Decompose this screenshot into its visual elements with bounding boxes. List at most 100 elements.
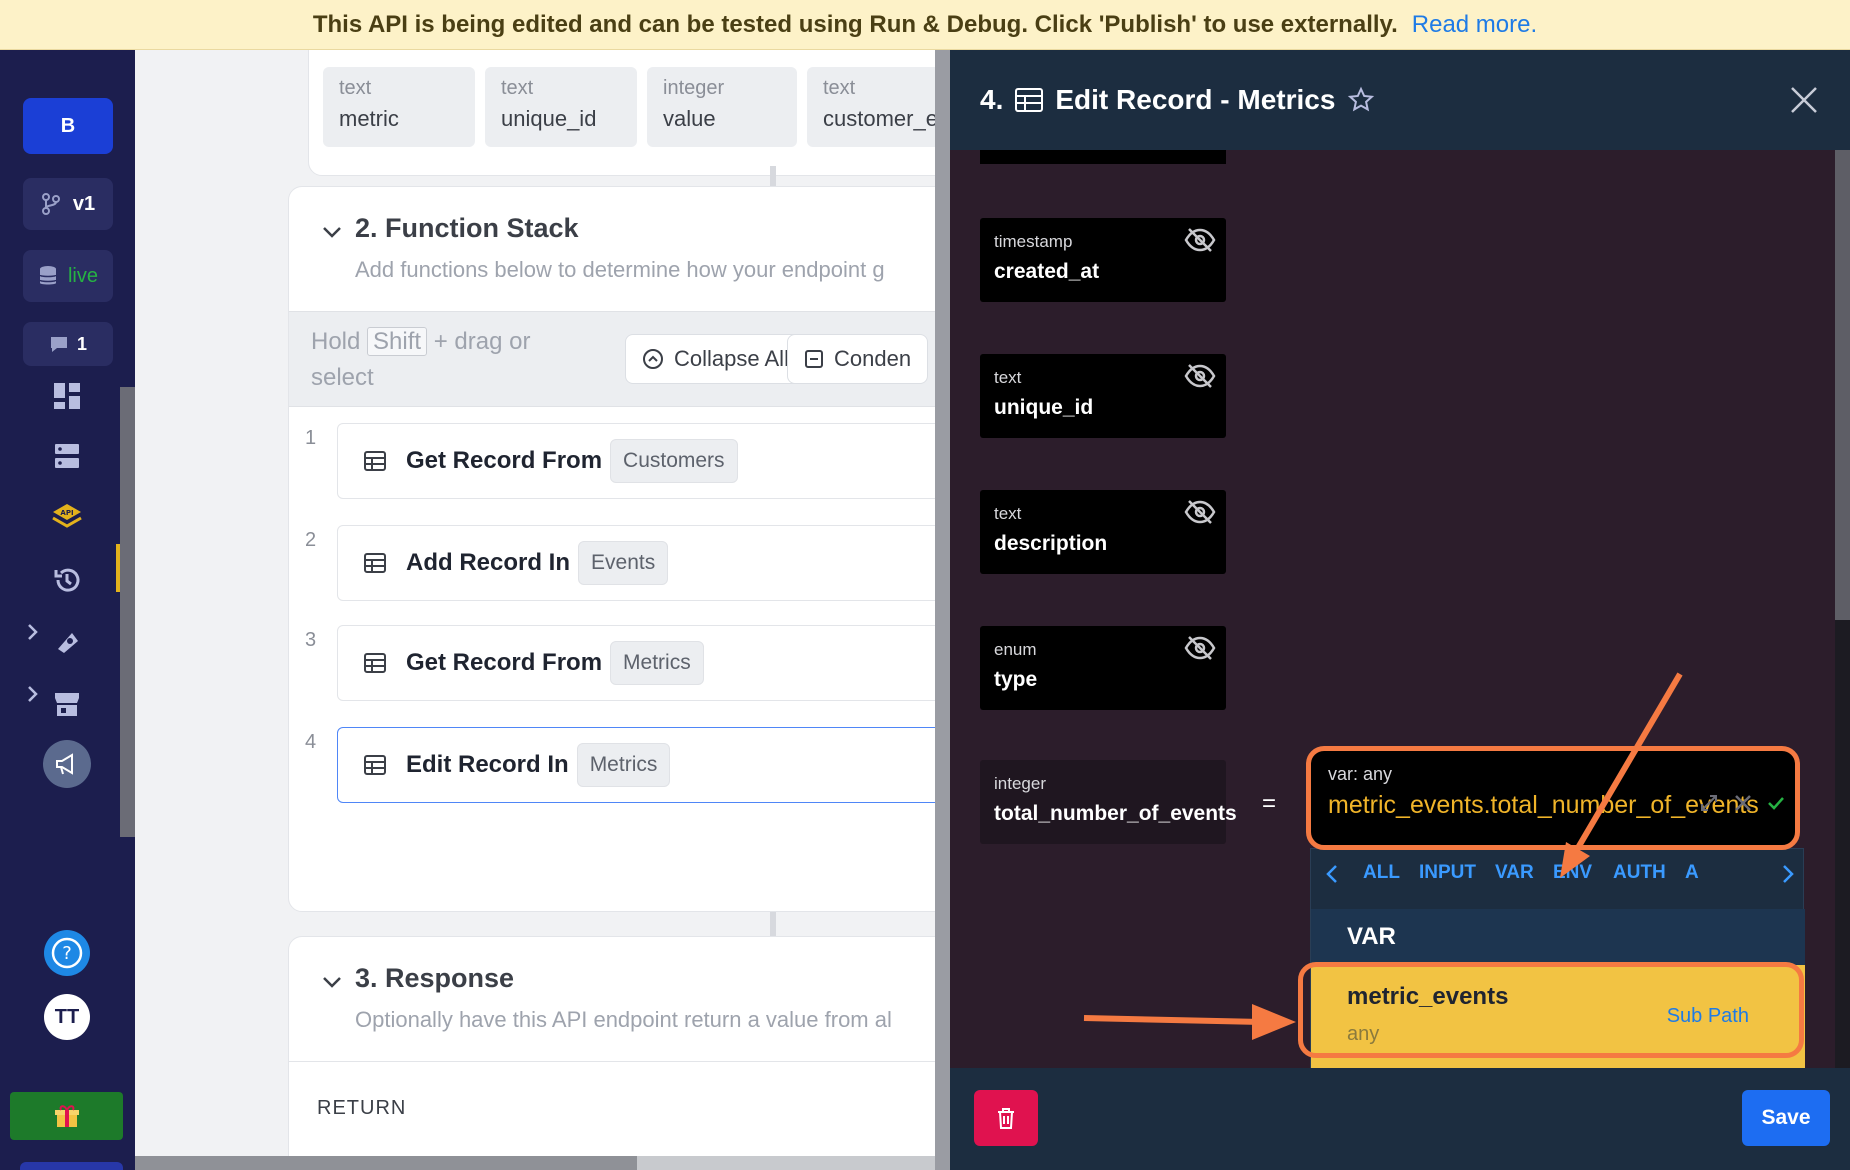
tab-env[interactable]: ENV [1553, 862, 1592, 884]
branch-label: v1 [72, 192, 96, 215]
scroll-thumb[interactable] [135, 1156, 637, 1170]
step-table-tag: Events [578, 541, 669, 585]
step-add-record-events[interactable]: Add Record In Events [337, 525, 935, 601]
function-stack-subtitle: Add functions below to determine how you… [355, 257, 885, 282]
field-type: timestamp [994, 232, 1073, 251]
eye-off-icon[interactable] [1184, 226, 1216, 254]
collapse-icon [643, 349, 663, 369]
shift-key: Shift [367, 327, 428, 356]
database-icon [39, 266, 57, 285]
step-table-tag: Metrics [576, 743, 671, 787]
collapse-all-label: Collapse All [674, 346, 789, 371]
input-name: value [663, 106, 716, 131]
function-stack-card: 2. Function Stack Add functions below to… [288, 186, 935, 912]
database-icon[interactable] [45, 434, 89, 478]
step-label: Get Record From [406, 649, 603, 676]
tab-more[interactable]: A [1685, 862, 1701, 884]
chevron-right-icon[interactable] [1781, 863, 1795, 885]
svg-text:?: ? [62, 943, 72, 964]
field-type: integer [994, 774, 1046, 793]
user-avatar[interactable]: TT [44, 994, 90, 1040]
return-label: RETURN [317, 1097, 407, 1119]
tab-var[interactable]: VAR [1495, 862, 1534, 884]
table-icon [364, 553, 386, 573]
svg-text:API: API [60, 509, 73, 517]
middle-scrollbar[interactable] [935, 50, 950, 1170]
eye-off-icon[interactable] [1184, 362, 1216, 390]
marketplace-icon[interactable] [45, 682, 89, 726]
edit-mode-banner: This API is being edited and can be test… [0, 0, 1850, 50]
close-icon[interactable] [1786, 82, 1822, 118]
messages-button[interactable]: 1 [23, 322, 113, 366]
datasource-button[interactable]: live [23, 250, 113, 302]
dashboard-icon[interactable] [45, 374, 89, 418]
gift-icon[interactable] [10, 1092, 123, 1140]
step-edit-record-metrics[interactable]: Edit Record In Metrics [337, 727, 935, 803]
delete-button[interactable] [974, 1090, 1038, 1146]
condense-button[interactable]: Conden [787, 334, 929, 384]
tab-auth[interactable]: AUTH [1613, 862, 1666, 884]
read-more-link[interactable]: Read more. [1412, 11, 1537, 39]
chevron-down-icon[interactable] [321, 971, 343, 993]
function-editor: text metric text unique_id integer value… [135, 50, 935, 1170]
step-label: Get Record From [406, 447, 603, 474]
field-type: text [994, 504, 1022, 523]
api-icon[interactable]: API [45, 496, 89, 540]
table-icon [364, 451, 386, 471]
drag-hint: Hold Shift + drag or select [311, 327, 531, 391]
step-number: 4 [305, 731, 317, 753]
eye-off-icon[interactable] [1184, 634, 1216, 662]
star-icon[interactable] [1347, 86, 1375, 114]
field-card [980, 150, 1226, 164]
scroll-thumb[interactable] [1835, 150, 1850, 620]
eye-off-icon[interactable] [1184, 498, 1216, 526]
field-name: total_number_of_events [994, 802, 1237, 825]
trash-icon [998, 1108, 1014, 1129]
input-name: metric [339, 106, 399, 131]
field-unique-id[interactable]: text unique_id [980, 354, 1226, 438]
function-stack-toolbar: Hold Shift + drag or select Collapse All… [289, 311, 935, 407]
branch-button[interactable]: v1 [23, 178, 113, 230]
expand-icon[interactable] [20, 1162, 123, 1170]
chevron-right-icon[interactable] [24, 620, 40, 644]
field-total-number-of-events[interactable]: integer total_number_of_events [980, 760, 1237, 844]
messages-count: 1 [76, 333, 87, 354]
input-name: customer_e [823, 106, 935, 131]
input-chip[interactable]: integer value [647, 67, 797, 147]
input-type: text [339, 77, 372, 99]
field-name: created_at [994, 260, 1100, 283]
input-chip[interactable]: text customer_e [807, 67, 935, 147]
input-chip[interactable]: text metric [323, 67, 475, 147]
panel-scrollbar[interactable] [1835, 150, 1850, 1068]
history-icon[interactable] [45, 558, 89, 602]
field-type[interactable]: enum type [980, 626, 1226, 710]
condense-label: Conden [834, 346, 912, 371]
response-subtitle: Optionally have this API endpoint return… [355, 1007, 892, 1032]
field-description[interactable]: text description [980, 490, 1226, 574]
step-get-record-customers[interactable]: Get Record From Customers [337, 423, 935, 499]
function-stack-title: 2. Function Stack [355, 213, 579, 243]
table-icon [364, 653, 386, 673]
announcement-icon[interactable] [43, 740, 91, 788]
tab-input[interactable]: INPUT [1419, 862, 1476, 884]
collapse-all-button[interactable]: Collapse All [625, 334, 806, 384]
edit-record-panel: 4. Edit Record - Metrics timestamp creat… [950, 50, 1850, 1170]
panel-step-number: 4. [980, 84, 1004, 115]
tab-all[interactable]: ALL [1363, 862, 1400, 884]
input-chip[interactable]: text unique_id [485, 67, 637, 147]
left-nav: B v1 live 1 API ? TT [0, 50, 135, 1170]
step-label: Edit Record In [406, 751, 569, 778]
chevron-down-icon[interactable] [321, 221, 343, 243]
save-button[interactable]: Save [1742, 1090, 1830, 1146]
field-created-at[interactable]: timestamp created_at [980, 218, 1226, 302]
addons-icon[interactable] [45, 620, 89, 664]
connector [770, 912, 776, 936]
help-icon[interactable]: ? [44, 930, 90, 976]
condense-icon [805, 350, 823, 368]
workspace-button[interactable]: B [23, 98, 113, 154]
nav-scrollbar[interactable] [120, 387, 135, 837]
step-get-record-metrics[interactable]: Get Record From Metrics [337, 625, 935, 701]
equals-sign: = [1262, 790, 1277, 817]
horizontal-scrollbar[interactable] [135, 1156, 935, 1170]
chevron-right-icon[interactable] [24, 682, 40, 706]
